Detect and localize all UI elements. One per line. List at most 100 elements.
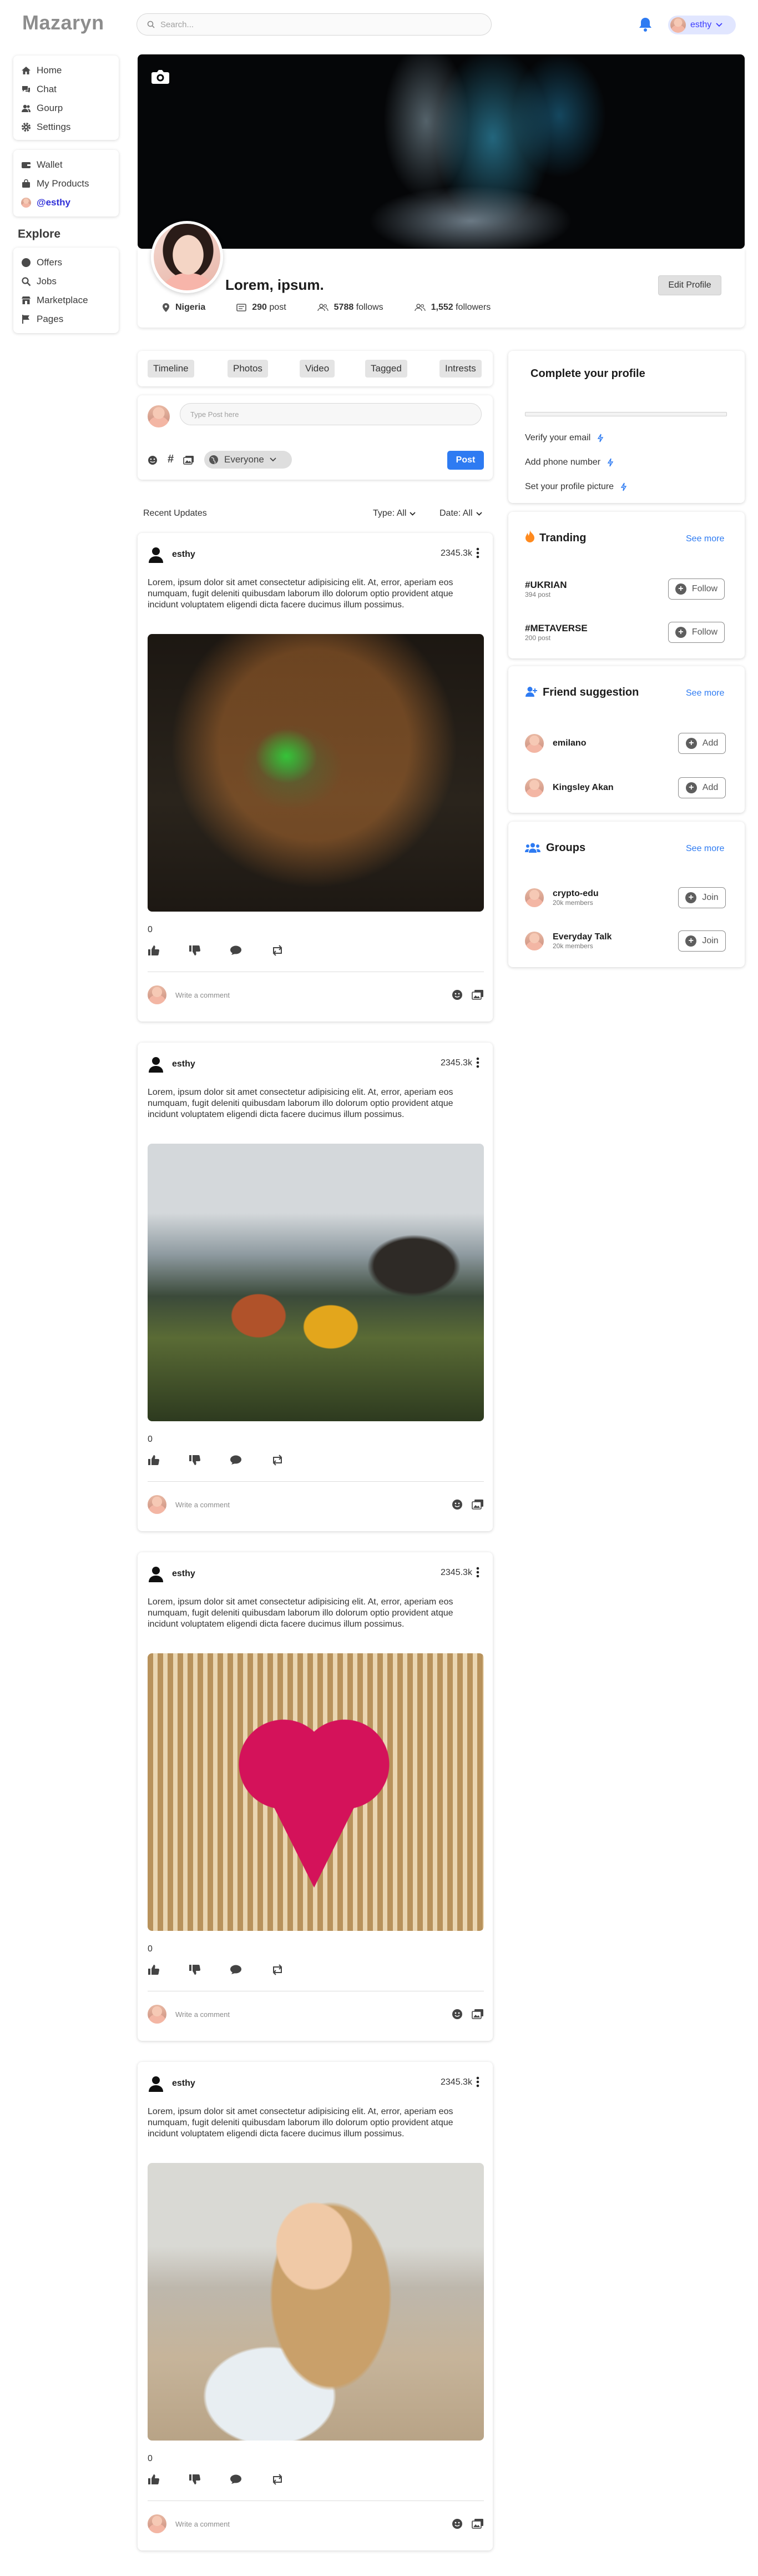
image-upload-icon[interactable] xyxy=(472,2009,484,2020)
more-options-icon[interactable] xyxy=(476,1057,479,1068)
post-image[interactable] xyxy=(148,1653,484,1931)
share-icon[interactable] xyxy=(271,2474,284,2485)
friend-item[interactable]: Kingsley Akan xyxy=(525,778,614,797)
dislike-icon[interactable] xyxy=(189,1964,201,1975)
search-input[interactable] xyxy=(160,19,491,29)
group-item[interactable]: Everyday Talk 20k members xyxy=(525,932,612,950)
image-upload-icon[interactable] xyxy=(472,989,484,1000)
tab-timeline[interactable]: Timeline xyxy=(148,360,194,378)
emoji-icon[interactable] xyxy=(452,1499,463,1510)
more-options-icon[interactable] xyxy=(476,547,479,559)
post-author[interactable]: esthy xyxy=(172,550,195,560)
trending-item[interactable]: #UKRIAN 394 post xyxy=(525,580,567,598)
search-bar[interactable] xyxy=(137,13,492,36)
comment-icon[interactable] xyxy=(230,2474,242,2485)
share-icon[interactable] xyxy=(271,945,284,956)
emoji-icon[interactable] xyxy=(452,989,463,1000)
comment-input[interactable] xyxy=(175,990,443,999)
image-upload-icon[interactable] xyxy=(472,2518,484,2529)
sidebar-item-profile[interactable]: @esthy xyxy=(13,193,119,212)
followers-stat[interactable]: 1,552 followers xyxy=(414,303,491,313)
sidebar-item-marketplace[interactable]: Marketplace xyxy=(13,291,119,310)
join-group-button[interactable]: + Join xyxy=(678,930,726,952)
add-friend-button[interactable]: + Add xyxy=(678,733,726,754)
camera-icon[interactable] xyxy=(151,69,170,84)
date-filter[interactable]: Date: All xyxy=(439,509,482,519)
comment-input[interactable] xyxy=(175,2010,443,2019)
followers-count: 1,552 xyxy=(431,303,453,312)
sidebar-item-offers[interactable]: Offers xyxy=(13,253,119,272)
tab-tagged[interactable]: Tagged xyxy=(365,360,407,378)
dislike-icon[interactable] xyxy=(189,2474,201,2485)
user-menu[interactable]: esthy xyxy=(668,16,736,34)
more-options-icon[interactable] xyxy=(476,2076,479,2087)
like-icon[interactable] xyxy=(148,945,160,956)
share-icon[interactable] xyxy=(271,1964,284,1975)
sidebar-item-settings[interactable]: Settings xyxy=(13,118,119,137)
emoji-icon[interactable] xyxy=(452,2009,463,2020)
comment-icon[interactable] xyxy=(230,1964,242,1975)
post-text: Lorem, ipsum dolor sit amet consectetur … xyxy=(148,1597,453,1629)
comment-icon[interactable] xyxy=(230,945,242,956)
follows-stat[interactable]: 5788 follows xyxy=(317,303,383,313)
dislike-icon[interactable] xyxy=(189,945,201,956)
trending-item[interactable]: #METAVERSE 200 post xyxy=(525,623,588,642)
comment-icon[interactable] xyxy=(230,1455,242,1466)
edit-profile-button[interactable]: Edit Profile xyxy=(658,275,721,295)
post-author[interactable]: esthy xyxy=(172,1569,195,1579)
friend-item[interactable]: emilano xyxy=(525,734,586,753)
like-icon[interactable] xyxy=(148,2474,160,2485)
sidebar-item-pages[interactable]: Pages xyxy=(13,310,119,329)
friend-name: emilano xyxy=(553,738,587,748)
sidebar-item-chat[interactable]: Chat xyxy=(13,80,119,99)
notification-bell-icon[interactable] xyxy=(638,17,653,32)
sidebar-item-jobs[interactable]: Jobs xyxy=(13,272,119,291)
groups-see-more-link[interactable]: See more xyxy=(686,844,724,854)
add-phone-item[interactable]: Add phone number xyxy=(525,457,614,467)
comment-input[interactable] xyxy=(175,2519,443,2528)
post-actions xyxy=(148,1964,284,1975)
like-icon[interactable] xyxy=(148,1964,160,1975)
tab-photos[interactable]: Photos xyxy=(228,360,268,378)
trending-tag: #UKRIAN xyxy=(525,580,567,590)
post-author[interactable]: esthy xyxy=(172,1059,195,1069)
add-friend-button[interactable]: + Add xyxy=(678,777,726,798)
post-image[interactable] xyxy=(148,1144,484,1421)
like-icon[interactable] xyxy=(148,1455,160,1466)
trending-see-more-link[interactable]: See more xyxy=(686,534,724,544)
type-filter[interactable]: Type: All xyxy=(373,509,416,519)
post-time: 2345.3k xyxy=(441,1058,472,1068)
posts-stat[interactable]: 290 post xyxy=(236,303,286,313)
join-group-button[interactable]: + Join xyxy=(678,887,726,908)
profile-picture[interactable] xyxy=(151,221,223,293)
post-input[interactable] xyxy=(180,403,482,425)
tab-intrests[interactable]: Intrests xyxy=(439,360,482,378)
follow-button[interactable]: + Follow xyxy=(668,578,725,600)
emoji-icon[interactable] xyxy=(452,2518,463,2529)
sidebar-item-wallet[interactable]: Wallet xyxy=(13,155,119,174)
sidebar-item-home[interactable]: Home xyxy=(13,61,119,80)
image-upload-icon[interactable] xyxy=(472,1499,484,1510)
tab-video[interactable]: Video xyxy=(300,360,335,378)
profile-picture-item[interactable]: Set your profile picture xyxy=(525,482,627,492)
share-icon[interactable] xyxy=(271,1455,284,1466)
image-icon[interactable] xyxy=(183,455,194,465)
comment-input[interactable] xyxy=(175,1500,443,1509)
post-image[interactable] xyxy=(148,634,484,912)
more-options-icon[interactable] xyxy=(476,1567,479,1578)
friends-see-more-link[interactable]: See more xyxy=(686,688,724,698)
post-card: esthy 2345.3k Lorem, ipsum dolor sit ame… xyxy=(138,1043,493,1531)
verify-email-item[interactable]: Verify your email xyxy=(525,433,604,443)
audience-select[interactable]: Everyone xyxy=(204,451,292,469)
sidebar-item-my-products[interactable]: My Products xyxy=(13,174,119,193)
hashtag-icon[interactable]: # xyxy=(168,453,174,466)
app-logo[interactable]: Mazaryn xyxy=(22,11,104,34)
sidebar-item-group[interactable]: Gourp xyxy=(13,99,119,118)
follow-button[interactable]: + Follow xyxy=(668,622,725,643)
emoji-icon[interactable] xyxy=(148,455,158,465)
dislike-icon[interactable] xyxy=(189,1455,201,1466)
post-author[interactable]: esthy xyxy=(172,2079,195,2089)
post-button[interactable]: Post xyxy=(447,451,484,470)
post-image[interactable] xyxy=(148,2163,484,2441)
group-item[interactable]: crypto-edu 20k members xyxy=(525,888,599,907)
